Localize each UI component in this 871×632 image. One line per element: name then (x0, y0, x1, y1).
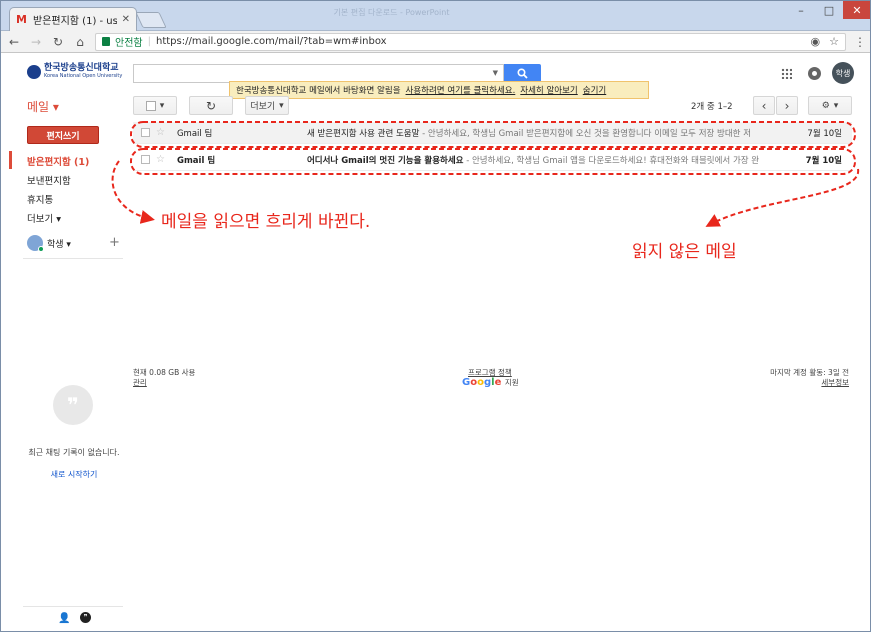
banner-message: 한국방송통신대학교 메일에서 바탕화면 알림을 (236, 86, 401, 96)
desktop-notification-banner: 한국방송통신대학교 메일에서 바탕화면 알림을 사용하려면 여기를 클릭하세요.… (229, 81, 649, 99)
sidebar-bottom-divider (23, 606, 123, 607)
add-chat-plus-icon[interactable]: + (109, 235, 120, 250)
sidebar-divider (23, 258, 123, 259)
search-icon (517, 68, 528, 79)
window-maximize-button[interactable]: □ (815, 1, 843, 19)
star-icon[interactable]: ☆ (156, 127, 165, 138)
chat-start-link[interactable]: 새로 시작하기 (19, 469, 129, 480)
hangouts-quote-icon: ❞ (53, 385, 93, 425)
refresh-button[interactable]: ↻ (189, 96, 233, 115)
eye-icon[interactable]: ◉ (811, 35, 821, 48)
mail-subject: 새 받은편지함 사용 관련 도움말 (306, 128, 420, 139)
browser-toolbar: ← → ↻ ⌂ 안전함 | https://mail.google.com/ma… (1, 31, 870, 53)
sidebar-item-sent[interactable]: 보낸편지함 (27, 173, 71, 187)
select-caret-icon: ▾ (159, 100, 165, 111)
chevron-down-icon: ▾ (279, 100, 284, 111)
tab-close-icon[interactable]: ✕ (122, 14, 130, 25)
banner-enable-link[interactable]: 사용하려면 여기를 클릭하세요. (406, 84, 516, 96)
mail-subject-line: 어디서나 Gmail의 멋진 기능을 활용하세요 - 안녕하세요, 학생님 Gm… (307, 154, 792, 166)
tab-title: 받은편지함 (1) - user@ (33, 16, 117, 27)
sidebar-item-trash[interactable]: 휴지통 (27, 192, 53, 206)
mail-row-unread[interactable]: ☆ Gmail 팀 어디서나 Gmail의 멋진 기능을 활용하세요 - 안녕하… (133, 149, 852, 171)
select-all-button[interactable]: ▾ (133, 96, 177, 115)
older-page-button[interactable]: › (776, 96, 798, 115)
chevron-left-icon: ‹ (761, 98, 767, 113)
reload-icon[interactable]: ↻ (51, 35, 65, 49)
forward-arrow-icon[interactable]: → (29, 35, 43, 49)
hangouts-icon[interactable]: ❞ (80, 612, 91, 623)
university-name: 한국방송통신대학교 (44, 63, 119, 73)
banner-learn-more-link[interactable]: 자세히 알아보기 (520, 84, 577, 96)
lock-icon (102, 37, 110, 46)
search-options-caret-icon[interactable]: ▼ (493, 69, 498, 77)
gmail-favicon-icon: M (16, 12, 27, 26)
mail-row-read[interactable]: ☆ Gmail 팀 새 받은편지함 사용 관련 도움말 - 안녕하세요, 학생님… (133, 122, 852, 144)
refresh-icon: ↻ (205, 98, 217, 113)
mail-snippet: - 안녕하세요, 학생님 Gmail 받은편지함에 오신 것을 환영합니다 이메… (419, 128, 752, 139)
settings-caret-icon: ▾ (833, 100, 839, 111)
google-support-logo[interactable]: Google 지원 (462, 377, 519, 388)
online-status-icon (38, 246, 44, 252)
mail-sender: Gmail 팀 (176, 128, 213, 139)
window-close-button[interactable]: ✕ (843, 1, 870, 19)
active-folder-indicator (9, 151, 12, 169)
browser-tabstrip: 기본 편집 다운로드 - PowerPoint M 받은편지함 (1) - us… (1, 1, 870, 31)
mail-snippet: - 안녕하세요, 학생님 Gmail 앱을 다운로드하세요! 휴대전화와 태블릿… (463, 155, 760, 166)
gear-icon: ⚙ (821, 100, 830, 111)
notifications-icon[interactable] (808, 67, 821, 80)
mail-date: 7월 10일 (805, 155, 842, 166)
read-mail-annotation: 메일을 읽으면 흐리게 바뀐다. (161, 212, 371, 232)
url-separator: | (147, 36, 151, 47)
chat-user-name: 학생 ▾ (47, 239, 71, 250)
mail-app-switcher[interactable]: 메일 ▾ (27, 98, 59, 115)
university-logo[interactable]: 한국방송통신대학교 Korea National Open University (27, 64, 122, 79)
select-checkbox-icon (145, 100, 156, 111)
row-checkbox[interactable] (141, 155, 150, 164)
back-arrow-icon[interactable]: ← (7, 35, 21, 49)
compose-button[interactable]: 편지쓰기 (27, 126, 99, 144)
browser-tab-inbox[interactable]: M 받은편지함 (1) - user@ ✕ (9, 7, 137, 31)
sidebar-item-inbox[interactable]: 받은편지함 (1) (27, 154, 89, 168)
google-apps-icon[interactable] (781, 68, 792, 79)
chat-empty-message: 최근 채팅 기록이 없습니다. (28, 448, 120, 457)
browser-menu-icon[interactable]: ⋮ (854, 35, 866, 49)
support-label: 지원 (504, 378, 519, 387)
star-icon[interactable]: ☆ (156, 154, 165, 165)
newer-page-button[interactable]: ‹ (753, 96, 775, 115)
university-emblem-icon (27, 64, 41, 79)
mail-subject: 어디서나 Gmail의 멋진 기능을 활용하세요 (306, 155, 464, 166)
more-actions-button[interactable]: 더보기 ▾ (245, 96, 289, 115)
secure-label: 안전함 (115, 38, 143, 49)
bookmark-star-icon[interactable]: ☆ (829, 35, 839, 48)
unread-mail-annotation: 읽지 않은 메일 (632, 242, 737, 262)
address-bar[interactable]: 안전함 | https://mail.google.com/mail/?tab=… (95, 32, 846, 51)
chat-user-menu[interactable]: 학생 ▾ (27, 235, 71, 252)
unread-annotation-arrow (705, 168, 860, 227)
chat-avatar (27, 235, 44, 252)
row-checkbox[interactable] (141, 128, 150, 137)
settings-button[interactable]: ⚙ ▾ (808, 96, 852, 115)
home-icon[interactable]: ⌂ (73, 35, 87, 49)
mail-sender: Gmail 팀 (176, 155, 216, 166)
chevron-right-icon: › (784, 98, 790, 113)
mail-subject-line: 새 받은편지함 사용 관련 도움말 - 안녕하세요, 학생님 Gmail 받은편… (307, 127, 792, 139)
screen: 기본 편집 다운로드 - PowerPoint M 받은편지함 (1) - us… (0, 0, 871, 632)
activity-details-link[interactable]: 세부정보 (821, 377, 849, 388)
university-subname: Korea National Open University (44, 73, 123, 79)
manage-storage-link[interactable]: 관리 (133, 377, 147, 388)
more-label: 더보기 (250, 102, 276, 112)
window-minimize-button[interactable]: – (787, 1, 815, 19)
contacts-person-icon[interactable]: 👤 (58, 613, 70, 624)
url-text[interactable]: https://mail.google.com/mail/?tab=wm#inb… (156, 36, 802, 47)
account-avatar[interactable]: 학생 (832, 62, 854, 84)
page-count: 2개 중 1–2 (691, 102, 733, 112)
mail-date: 7월 10일 (807, 128, 842, 139)
sidebar-item-more[interactable]: 더보기 ▾ (27, 211, 61, 225)
banner-hide-link[interactable]: 숨기기 (583, 84, 606, 96)
